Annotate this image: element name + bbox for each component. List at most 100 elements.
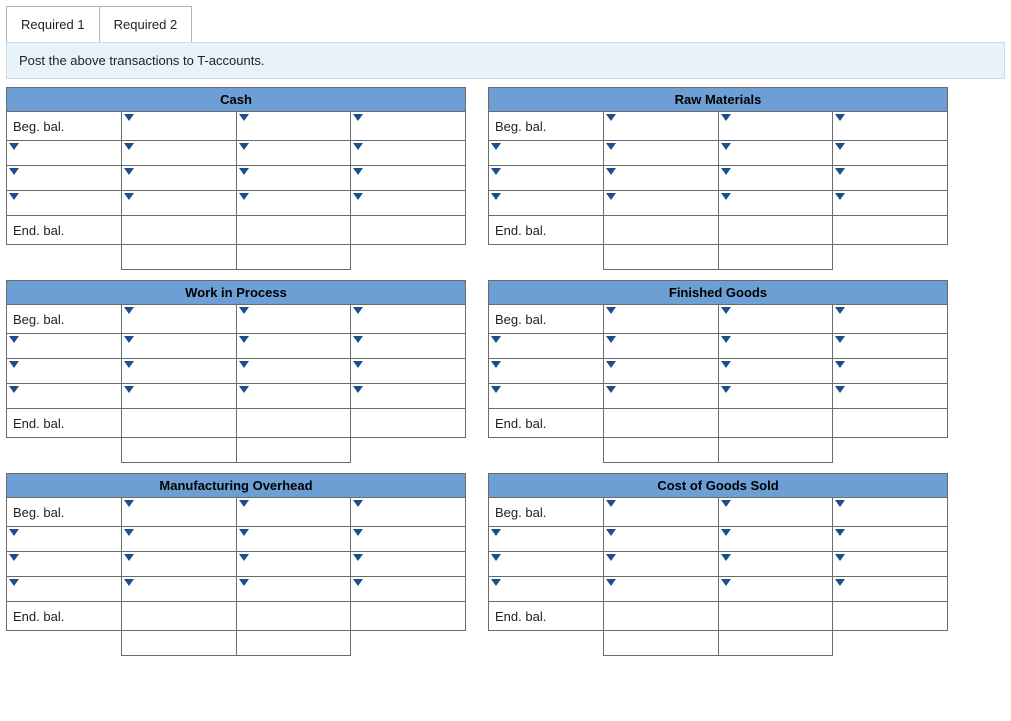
dropdown-cell[interactable] [237,334,351,358]
entry-input[interactable] [489,384,603,408]
entry-input[interactable] [489,359,603,383]
dropdown-cell[interactable] [604,191,718,215]
dropdown-cell[interactable] [604,498,718,526]
entry-input[interactable] [604,552,718,576]
dropdown-cell[interactable] [489,577,603,601]
entry-input[interactable] [7,191,121,215]
dropdown-cell[interactable] [122,527,236,551]
entry-input[interactable] [833,191,947,215]
dropdown-cell[interactable] [719,305,833,333]
dropdown-cell[interactable] [7,384,121,408]
dropdown-cell[interactable] [604,112,718,140]
entry-input[interactable] [604,334,718,358]
dropdown-cell[interactable] [237,384,351,408]
dropdown-cell[interactable] [122,141,236,165]
dropdown-cell[interactable] [237,166,351,190]
dropdown-cell[interactable] [719,166,833,190]
entry-input[interactable] [122,384,236,408]
entry-input[interactable] [237,552,351,576]
dropdown-cell[interactable] [122,112,236,140]
dropdown-cell[interactable] [719,334,833,358]
entry-input[interactable] [833,359,947,383]
dropdown-cell[interactable] [122,577,236,601]
entry-input[interactable] [237,334,351,358]
dropdown-cell[interactable] [604,359,718,383]
dropdown-cell[interactable] [833,359,947,383]
entry-input[interactable] [237,498,351,526]
tab-required-2[interactable]: Required 2 [99,6,193,42]
entry-input[interactable] [719,577,833,601]
entry-input[interactable] [604,384,718,408]
dropdown-cell[interactable] [237,305,351,333]
entry-input[interactable] [833,305,947,333]
dropdown-cell[interactable] [7,359,121,383]
dropdown-cell[interactable] [7,577,121,601]
entry-input[interactable] [833,334,947,358]
entry-input[interactable] [122,359,236,383]
dropdown-cell[interactable] [351,334,465,358]
entry-input[interactable] [489,552,603,576]
entry-input[interactable] [604,359,718,383]
dropdown-cell[interactable] [351,305,465,333]
dropdown-cell[interactable] [122,305,236,333]
entry-input[interactable] [833,498,947,526]
dropdown-cell[interactable] [489,527,603,551]
entry-input[interactable] [237,384,351,408]
dropdown-cell[interactable] [489,166,603,190]
entry-input[interactable] [122,498,236,526]
entry-input[interactable] [719,498,833,526]
dropdown-cell[interactable] [489,334,603,358]
dropdown-cell[interactable] [237,191,351,215]
entry-input[interactable] [237,359,351,383]
entry-input[interactable] [351,191,465,215]
entry-input[interactable] [122,577,236,601]
entry-input[interactable] [351,527,465,551]
dropdown-cell[interactable] [604,166,718,190]
entry-input[interactable] [351,498,465,526]
dropdown-cell[interactable] [122,384,236,408]
dropdown-cell[interactable] [122,191,236,215]
entry-input[interactable] [351,552,465,576]
dropdown-cell[interactable] [719,527,833,551]
entry-input[interactable] [237,305,351,333]
entry-input[interactable] [604,498,718,526]
entry-input[interactable] [719,141,833,165]
dropdown-cell[interactable] [7,166,121,190]
entry-input[interactable] [719,191,833,215]
dropdown-cell[interactable] [351,359,465,383]
dropdown-cell[interactable] [489,191,603,215]
dropdown-cell[interactable] [719,384,833,408]
dropdown-cell[interactable] [237,112,351,140]
entry-input[interactable] [351,141,465,165]
entry-input[interactable] [604,305,718,333]
entry-input[interactable] [237,577,351,601]
entry-input[interactable] [604,577,718,601]
dropdown-cell[interactable] [351,498,465,526]
dropdown-cell[interactable] [719,141,833,165]
dropdown-cell[interactable] [719,498,833,526]
entry-input[interactable] [833,112,947,140]
entry-input[interactable] [122,552,236,576]
entry-input[interactable] [122,166,236,190]
entry-input[interactable] [351,577,465,601]
entry-input[interactable] [122,141,236,165]
entry-input[interactable] [719,334,833,358]
entry-input[interactable] [489,527,603,551]
entry-input[interactable] [122,527,236,551]
entry-input[interactable] [719,384,833,408]
entry-input[interactable] [719,527,833,551]
entry-input[interactable] [237,527,351,551]
dropdown-cell[interactable] [489,552,603,576]
dropdown-cell[interactable] [7,334,121,358]
entry-input[interactable] [7,577,121,601]
dropdown-cell[interactable] [489,359,603,383]
entry-input[interactable] [604,527,718,551]
entry-input[interactable] [122,334,236,358]
entry-input[interactable] [351,359,465,383]
dropdown-cell[interactable] [237,577,351,601]
dropdown-cell[interactable] [7,552,121,576]
entry-input[interactable] [604,191,718,215]
entry-input[interactable] [237,141,351,165]
dropdown-cell[interactable] [351,527,465,551]
entry-input[interactable] [237,112,351,140]
